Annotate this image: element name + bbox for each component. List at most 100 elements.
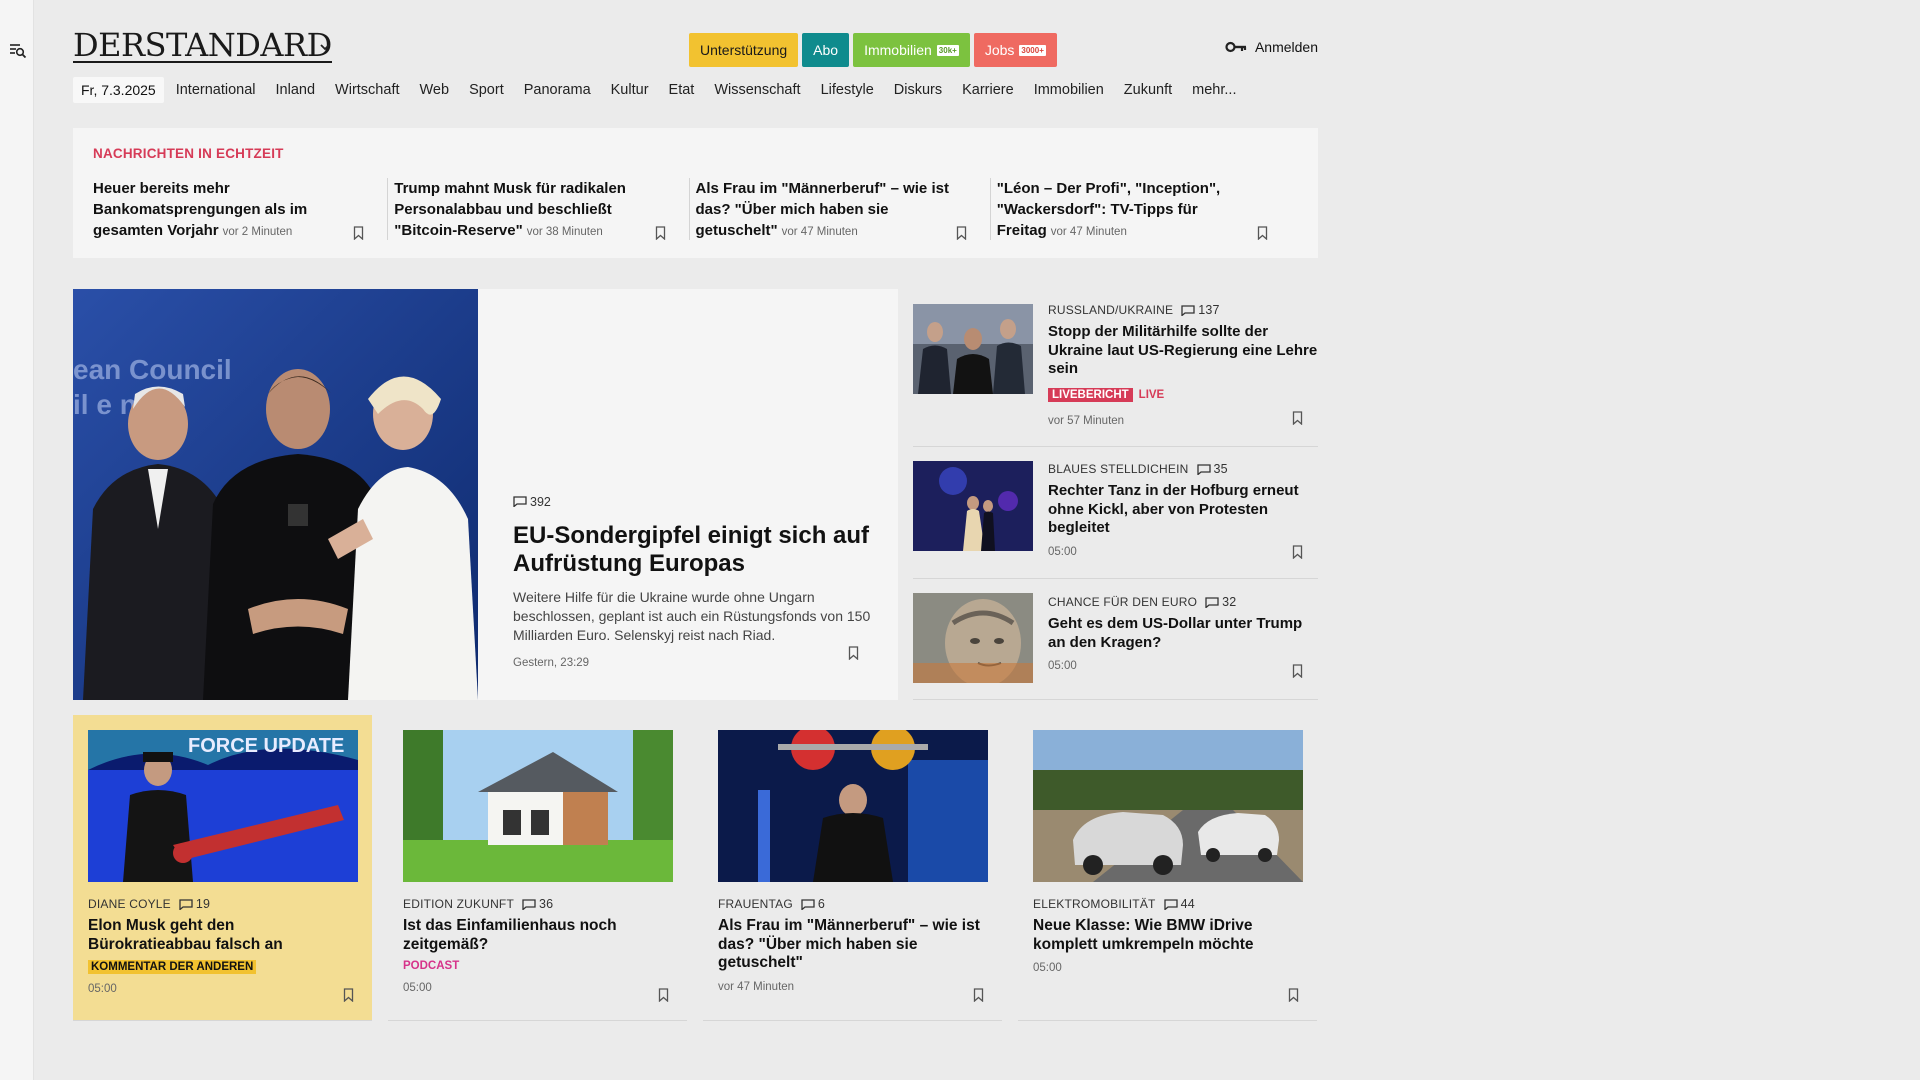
bookmark-icon[interactable] xyxy=(1292,545,1303,559)
nav-item-wissenschaft[interactable]: Wissenschaft xyxy=(714,82,800,98)
story-card: EDITION ZUKUNFT 36 Ist das Einfamilienha… xyxy=(388,715,687,1021)
nav-item-kultur[interactable]: Kultur xyxy=(611,82,649,98)
comment-count[interactable]: 44 xyxy=(1163,897,1195,911)
nav-item-web[interactable]: Web xyxy=(420,82,450,98)
comment-count[interactable]: 137 xyxy=(1181,303,1219,317)
comment-icon xyxy=(1163,898,1178,910)
story-cards: FORCE UPDATE DIANE COYLE 19 Elon Musk ge… xyxy=(73,715,1318,1021)
nav-item-etat[interactable]: Etat xyxy=(669,82,695,98)
story-card: ELEKTROMOBILITÄT 44 Neue Klasse: Wie BMW… xyxy=(1018,715,1317,1021)
immobilien-count-badge: 30k+ xyxy=(936,44,959,56)
immobilien-button[interactable]: Immobilien 30k+ xyxy=(853,33,970,67)
bookmark-icon[interactable] xyxy=(1288,988,1299,1002)
key-icon xyxy=(1225,41,1247,53)
story-title[interactable]: Ist das Einfamilienhaus noch zeitgemäß? xyxy=(403,917,672,954)
story-kicker: DIANE COYLE 19 xyxy=(88,897,211,911)
story-title[interactable]: Geht es dem US-Dollar unter Trump an den… xyxy=(1048,615,1318,652)
login-button[interactable]: Anmelden xyxy=(1225,39,1318,55)
story-image[interactable] xyxy=(718,730,988,882)
story-title[interactable]: Als Frau im "Männerberuf" – wie ist das?… xyxy=(718,917,987,973)
story-title[interactable]: Rechter Tanz in der Hofburg erneut ohne … xyxy=(1048,482,1318,538)
bookmark-icon[interactable] xyxy=(973,988,984,1002)
side-story-list: RUSSLAND/UKRAINE 137 Stopp der Militärhi… xyxy=(913,289,1318,700)
nav-item-immobilien[interactable]: Immobilien xyxy=(1034,82,1104,98)
story-thumbnail[interactable] xyxy=(913,304,1033,394)
nav-item-lifestyle[interactable]: Lifestyle xyxy=(821,82,874,98)
ticker-item[interactable]: Trump mahnt Musk für radikalen Personala… xyxy=(394,178,690,243)
abo-button[interactable]: Abo xyxy=(802,33,850,67)
support-button[interactable]: Unterstützung xyxy=(689,33,799,67)
realtime-news-ticker: NACHRICHTEN IN ECHTZEIT Heuer bereits me… xyxy=(73,128,1318,258)
left-sidebar xyxy=(0,0,34,1080)
story-kicker: FRAUENTAG 6 xyxy=(718,897,826,911)
site-logo[interactable]: DERSTANDARD xyxy=(73,29,332,63)
bookmark-icon[interactable] xyxy=(353,226,364,240)
nav-item-diskurs[interactable]: Diskurs xyxy=(894,82,942,98)
nav-item-more[interactable]: mehr... xyxy=(1192,82,1236,98)
story-thumbnail[interactable] xyxy=(913,461,1033,551)
story-title[interactable]: Stopp der Militärhilfe sollte der Ukrain… xyxy=(1048,323,1318,379)
nav-item-international[interactable]: International xyxy=(176,82,256,98)
story-thumbnail[interactable] xyxy=(913,593,1033,683)
list-item: BLAUES STELLDICHEIN 35 Rechter Tanz in d… xyxy=(913,447,1318,579)
story-time: vor 47 Minuten xyxy=(718,980,795,993)
comment-icon xyxy=(801,898,815,910)
story-image[interactable] xyxy=(403,730,673,882)
story-time: vor 57 Minuten xyxy=(1048,414,1125,427)
main-navigation: Fr, 7.3.2025 International Inland Wirtsc… xyxy=(73,77,1256,103)
story-title[interactable]: Elon Musk geht den Bürokratieabbau falsc… xyxy=(88,917,357,954)
card-image-text: FORCE UPDATE xyxy=(188,735,344,757)
nav-item-inland[interactable]: Inland xyxy=(276,82,316,98)
comment-icon xyxy=(513,496,527,507)
hero-image[interactable]: ean Council il e n xyxy=(73,289,478,700)
ticker-item[interactable]: Als Frau im "Männerberuf" – wie ist das?… xyxy=(696,178,992,243)
story-image[interactable] xyxy=(1033,730,1303,882)
menu-search-icon[interactable] xyxy=(9,42,27,58)
story-time: 05:00 xyxy=(1033,962,1062,974)
comment-icon xyxy=(1196,463,1211,475)
bookmark-icon[interactable] xyxy=(956,226,967,240)
comment-icon xyxy=(522,898,536,910)
ticker-item[interactable]: "Léon – Der Profi", "Inception", "Wacker… xyxy=(997,178,1284,243)
comment-count[interactable]: 32 xyxy=(1205,595,1236,609)
bookmark-icon[interactable] xyxy=(1292,411,1303,425)
comment-count[interactable]: 6 xyxy=(801,897,825,911)
bookmark-icon[interactable] xyxy=(848,646,859,660)
nav-item-wirtschaft[interactable]: Wirtschaft xyxy=(335,82,399,98)
story-time: 05:00 xyxy=(1048,545,1077,558)
hero-text: 392 EU-Sondergipfel einigt sich auf Aufr… xyxy=(513,494,873,670)
nav-item-karriere[interactable]: Karriere xyxy=(962,82,1014,98)
bookmark-icon[interactable] xyxy=(1292,664,1303,678)
live-indicator: LIVE xyxy=(1138,388,1165,401)
story-time: 05:00 xyxy=(403,982,432,994)
hero-title[interactable]: EU-Sondergipfel einigt sich auf Aufrüstu… xyxy=(513,522,873,578)
nav-item-sport[interactable]: Sport xyxy=(469,82,504,98)
jobs-count-badge: 3000+ xyxy=(1019,44,1046,56)
story-kicker: CHANCE FÜR DEN EURO 32 xyxy=(1048,595,1237,609)
nav-item-panorama[interactable]: Panorama xyxy=(524,82,591,98)
bookmark-icon[interactable] xyxy=(343,988,354,1002)
bookmark-icon[interactable] xyxy=(658,988,669,1002)
bookmark-icon[interactable] xyxy=(655,226,666,240)
login-label: Anmelden xyxy=(1254,39,1318,55)
comment-count[interactable]: 36 xyxy=(522,897,553,911)
live-report-badge: LIVEBERICHT xyxy=(1048,387,1133,402)
story-kicker: ELEKTROMOBILITÄT 44 xyxy=(1033,897,1195,911)
comment-count[interactable]: 35 xyxy=(1196,462,1228,476)
story-kicker: RUSSLAND/UKRAINE 137 xyxy=(1048,303,1220,317)
hero-teaser: Weitere Hilfe für die Ukraine wurde ohne… xyxy=(513,589,871,643)
current-date: Fr, 7.3.2025 xyxy=(73,77,164,103)
story-card: FORCE UPDATE DIANE COYLE 19 Elon Musk ge… xyxy=(73,715,372,1021)
bookmark-icon[interactable] xyxy=(1257,226,1268,240)
nav-item-zukunft[interactable]: Zukunft xyxy=(1124,82,1172,98)
ticker-title: NACHRICHTEN IN ECHTZEIT xyxy=(93,146,284,161)
ticker-item[interactable]: Heuer bereits mehr Bankomatsprengungen a… xyxy=(93,178,389,243)
hero-time: Gestern, 23:29 xyxy=(513,657,590,669)
comment-count[interactable]: 19 xyxy=(179,897,210,911)
hero-comment-count[interactable]: 392 xyxy=(513,495,551,509)
chevron-down-icon[interactable] xyxy=(319,42,331,52)
page-container: DERSTANDARD Unterstützung Abo Immobilien… xyxy=(73,0,1318,1080)
jobs-button[interactable]: Jobs 3000+ xyxy=(973,33,1057,67)
story-image[interactable]: FORCE UPDATE xyxy=(88,730,358,882)
story-title[interactable]: Neue Klasse: Wie BMW iDrive komplett umk… xyxy=(1033,917,1302,954)
